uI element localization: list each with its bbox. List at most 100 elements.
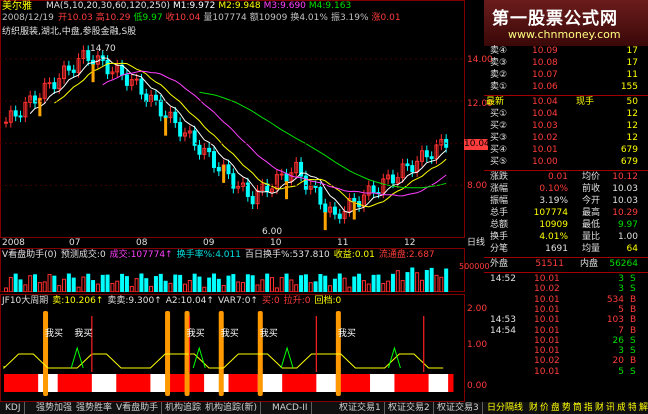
indicator-stat: 卖卖:9.300↑ [107, 296, 162, 306]
ask-row: 卖④ 10.09 17 [484, 46, 648, 57]
volume-bar [66, 273, 71, 292]
indicator-chart[interactable]: 我买 我买 我买 我买 我买 我买 [0, 306, 465, 400]
stat-label: 总手 [490, 208, 509, 218]
volume-bar [284, 273, 289, 292]
signal-block [394, 374, 400, 392]
candle-body [18, 115, 23, 118]
signal-block [350, 374, 356, 392]
candle-body [231, 173, 236, 189]
volume-bar [95, 283, 100, 292]
tab-5[interactable]: 机构追踪(新) [202, 402, 262, 414]
ask-row: 卖① 10.06 155 [484, 82, 648, 93]
signal-block [13, 374, 20, 392]
low-label: 6.00 [262, 227, 283, 237]
volume-bar [313, 281, 318, 292]
tab-9[interactable]: 权证交易3 [434, 402, 483, 414]
volume-stat: V看盘助手(0) [2, 250, 57, 260]
volume-bar [207, 277, 212, 292]
volume-bar [332, 278, 337, 292]
tab-4[interactable]: 机构追踪 [162, 402, 206, 414]
tab-1[interactable]: 强势加强 [33, 402, 77, 414]
candle-body [250, 195, 255, 205]
stat-label: 量比 [582, 232, 601, 242]
signal-block [179, 374, 186, 392]
volume-bar [279, 277, 284, 292]
ob-vol: 12 [626, 133, 638, 143]
buy-label: 我买 [221, 328, 239, 339]
high-label: 14.70 [90, 44, 116, 54]
signal-block [47, 374, 54, 392]
volume-bar [361, 280, 366, 292]
signal-candle [323, 212, 327, 231]
tab-7[interactable]: 权证交易1 [336, 402, 385, 414]
volume-bar [129, 285, 134, 292]
green-spike [280, 346, 294, 369]
candle-body [178, 122, 183, 137]
bid-row: 买① 10.04 12 [484, 109, 648, 120]
tab-8[interactable]: 权证交易2 [385, 402, 434, 414]
signal-block [194, 374, 200, 392]
quote-value: 额10909 [249, 13, 288, 23]
bid-row: 买⑤ 10.00 679 [484, 157, 648, 168]
signal-bar [43, 311, 49, 396]
volume-bar [187, 280, 192, 292]
bottom-tab-bar: KDJ 强势加强 强势胜率 V看盘助手 机构追踪 机构追踪(新) MACD-II 权证交易1 权… [0, 402, 648, 414]
signal-block [18, 374, 25, 392]
stock-name[interactable]: 美尔雅 [2, 1, 32, 12]
signal-block [345, 374, 352, 392]
candle-body [33, 95, 38, 104]
volume-bar [86, 273, 91, 292]
volume-bar [381, 282, 386, 292]
volume-stat: 百日换手%:537.810 [244, 250, 330, 260]
period-label[interactable]: 日线 [467, 238, 485, 249]
right-tab-0[interactable]: 日分隔线 [484, 402, 528, 414]
volume-bar [23, 284, 28, 292]
volume-bar [42, 281, 47, 292]
volume-bar [434, 274, 439, 292]
ma-value: M3:9.690 [263, 1, 306, 11]
volume-bar [376, 274, 381, 292]
volume-stat: 换手率%:4.011 [176, 250, 241, 260]
stat-label: 今开 [582, 196, 601, 206]
ob-vol: 12 [626, 121, 638, 131]
volume-bar [429, 267, 434, 292]
volume-bar [33, 274, 38, 292]
outer-value: 51511 [535, 259, 564, 269]
stat-row: 分笔 1691 均量 64 [484, 244, 648, 255]
signal-block [311, 374, 317, 392]
volume-bar [424, 270, 429, 292]
ob-price: 10.07 [532, 70, 558, 80]
signal-block [8, 374, 15, 392]
candle-body [134, 78, 139, 81]
candle-body [153, 94, 158, 101]
tab-2[interactable]: 强势胜率 [73, 402, 117, 414]
signal-block [448, 374, 454, 392]
volume-bar [134, 278, 139, 292]
signal-block [169, 374, 176, 392]
x-tick-label: 08 [136, 238, 148, 248]
candle-body [323, 203, 328, 213]
ob-price: 10.09 [532, 46, 558, 56]
ob-vol: 679 [620, 157, 638, 167]
tab-3[interactable]: V看盘助手 [113, 402, 163, 414]
x-tick-label: 12 [404, 238, 416, 248]
tick-price: 10.01 [534, 366, 560, 377]
price-chart[interactable] [0, 38, 465, 238]
indicator-stat: 卖:10.206↑ [52, 296, 104, 306]
indicator-stat: VAR7:0↑ [217, 296, 258, 306]
ob-label: 卖③ [490, 58, 508, 68]
quote-value: 开10.03 [58, 13, 93, 23]
signal-block [340, 374, 347, 392]
right-tab-11[interactable]: 解 [636, 402, 648, 414]
buy-label: 我买 [338, 328, 356, 339]
tab-6[interactable]: MACD-II [269, 402, 312, 414]
stat-value: 1691 [545, 244, 568, 254]
volume-stat: 成交:107774↑ [109, 250, 173, 260]
x-tick-label: 2008 [2, 238, 25, 248]
candle-body [173, 111, 178, 124]
volume-bar [62, 278, 67, 292]
tab-0[interactable]: KDJ [2, 402, 25, 414]
volume-bar [105, 274, 110, 292]
volume-bar [419, 279, 424, 292]
volume-bar [444, 268, 449, 292]
